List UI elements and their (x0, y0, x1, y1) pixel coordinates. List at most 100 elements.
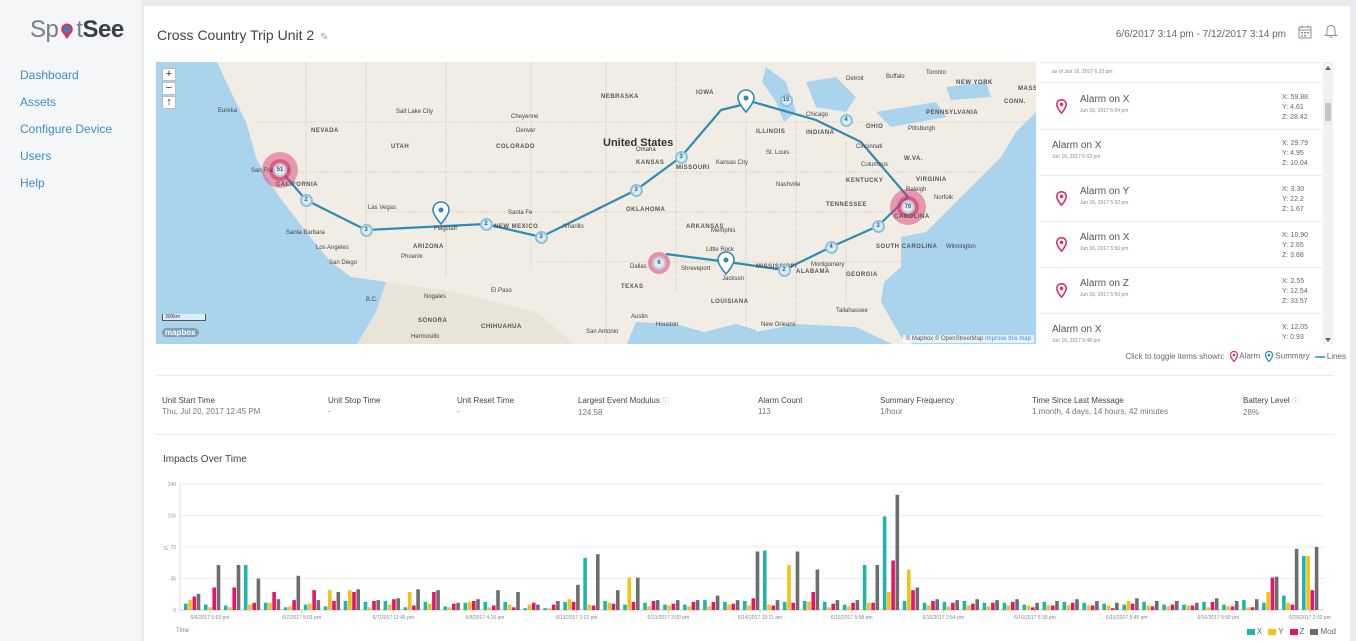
bar-mod[interactable] (975, 599, 979, 610)
bar-z[interactable] (771, 605, 776, 611)
toggle-lines[interactable]: Lines (1314, 352, 1346, 361)
list-item[interactable]: Alarm on X Jun 16, 2017 5:48 pm X: 12.05 Y:… (1040, 314, 1322, 344)
scroll-thumb[interactable] (1325, 103, 1331, 121)
list-item[interactable]: Alarm on X Jun 16, 2017 5:50 pm X: 10.90 Y:… (1040, 222, 1322, 268)
bar-y[interactable] (707, 606, 711, 610)
bar-y[interactable] (1106, 605, 1111, 611)
bar-y[interactable] (1006, 605, 1011, 611)
bar-y[interactable] (248, 604, 252, 610)
summary-cluster-marker[interactable]: 2 (777, 263, 791, 277)
bar-z[interactable] (1190, 605, 1195, 611)
bar-y[interactable] (367, 607, 372, 610)
bar-z[interactable] (971, 603, 975, 610)
bar-z[interactable] (571, 601, 576, 610)
bar-z[interactable] (951, 602, 955, 610)
bar-z[interactable] (911, 590, 915, 610)
bar-x[interactable] (763, 550, 767, 610)
bar-mod[interactable] (935, 599, 939, 610)
bar-y[interactable] (767, 604, 771, 610)
bar-x[interactable] (1122, 604, 1126, 610)
trip-map[interactable]: NEVADA UTAH COLORADO KANSAS MISSOURI NEBRASKA… (156, 62, 1036, 344)
bar-z[interactable] (1051, 605, 1055, 611)
bar-y[interactable] (507, 604, 512, 610)
toggle-summary[interactable]: Summary (1265, 350, 1310, 363)
bar-x[interactable] (563, 601, 567, 610)
bar-x[interactable] (204, 604, 208, 610)
bar-z[interactable] (292, 600, 296, 610)
sidebar-item-assets[interactable]: Assets (20, 95, 112, 122)
bar-mod[interactable] (955, 600, 959, 610)
list-item[interactable]: Alarm on X Jun 16, 2017 6:04 pm X: 59.88 Y:… (1040, 84, 1322, 130)
bar-y[interactable] (847, 606, 851, 610)
bar-y[interactable] (427, 603, 432, 610)
bar-x[interactable] (982, 602, 987, 610)
bar-mod[interactable] (735, 600, 740, 610)
bar-mod[interactable] (1214, 598, 1219, 610)
bar-y[interactable] (887, 592, 891, 610)
list-item[interactable]: Alarm on Z Jun 16, 2017 5:50 pm X: 2.55 Y: … (1040, 268, 1322, 314)
bar-y[interactable] (747, 605, 751, 611)
bar-mod[interactable] (775, 600, 780, 610)
bar-z[interactable] (871, 602, 875, 610)
bar-x[interactable] (363, 601, 368, 610)
bar-z[interactable] (1230, 606, 1235, 610)
bar-z[interactable] (412, 605, 416, 611)
bar-x[interactable] (383, 601, 388, 610)
summary-cluster-marker[interactable]: 3 (674, 150, 688, 164)
bar-mod[interactable] (276, 599, 281, 610)
bar-mod[interactable] (256, 578, 261, 611)
bar-y[interactable] (1246, 607, 1250, 610)
bar-y[interactable] (188, 600, 192, 610)
bar-z[interactable] (192, 596, 197, 611)
bar-x[interactable] (683, 604, 687, 610)
bar-y[interactable] (547, 608, 552, 610)
bar-x[interactable] (303, 604, 308, 610)
bar-x[interactable] (263, 602, 268, 610)
summary-cluster-marker[interactable]: 2 (299, 193, 313, 207)
bar-mod[interactable] (416, 589, 420, 610)
bar-y[interactable] (1226, 606, 1230, 610)
bar-mod[interactable] (296, 575, 301, 610)
bar-x[interactable] (1282, 595, 1286, 610)
bar-mod[interactable] (1234, 601, 1239, 610)
bar-mod[interactable] (356, 589, 360, 610)
bar-mod[interactable] (1095, 601, 1099, 610)
bar-z[interactable] (991, 602, 995, 610)
bar-mod[interactable] (456, 602, 460, 610)
bar-mod[interactable] (1035, 602, 1039, 610)
bar-mod[interactable] (695, 600, 700, 610)
bar-z[interactable] (1110, 608, 1115, 610)
bar-z[interactable] (831, 603, 835, 610)
bar-mod[interactable] (1015, 599, 1019, 610)
bar-z[interactable] (1011, 601, 1015, 610)
bar-x[interactable] (543, 608, 547, 610)
summary-cluster-marker[interactable]: 15 (779, 93, 793, 107)
bar-y[interactable] (787, 565, 791, 610)
improve-map-link[interactable]: Improve this map (985, 336, 1031, 342)
info-icon[interactable]: ⓘ (662, 398, 669, 405)
bar-z[interactable] (791, 602, 795, 610)
bar-x[interactable] (583, 557, 587, 610)
scroll-down-arrow[interactable] (1325, 338, 1331, 342)
date-range-picker[interactable]: 6/6/2017 3:14 pm - 7/12/2017 3:14 pm (1116, 29, 1286, 40)
bar-y[interactable] (926, 605, 931, 611)
bar-z[interactable] (671, 603, 676, 610)
bar-z[interactable] (252, 602, 256, 610)
bar-z[interactable] (352, 592, 356, 610)
bar-mod[interactable] (895, 494, 900, 610)
bar-mod[interactable] (995, 600, 999, 610)
bar-z[interactable] (232, 587, 236, 611)
bar-mod[interactable] (675, 600, 680, 610)
summary-cluster-marker[interactable]: 4 (824, 240, 838, 254)
bar-y[interactable] (1046, 605, 1051, 611)
bar-z[interactable] (312, 590, 316, 610)
bar-y[interactable] (986, 606, 991, 610)
zoom-in-button[interactable]: + (162, 68, 176, 81)
bar-y[interactable] (627, 577, 632, 610)
bar-mod[interactable] (795, 551, 800, 611)
bar-mod[interactable] (496, 590, 500, 610)
bar-z[interactable] (611, 603, 616, 610)
bar-mod[interactable] (216, 565, 221, 610)
bar-mod[interactable] (576, 584, 580, 610)
compass-button[interactable]: ↑ (162, 96, 176, 109)
